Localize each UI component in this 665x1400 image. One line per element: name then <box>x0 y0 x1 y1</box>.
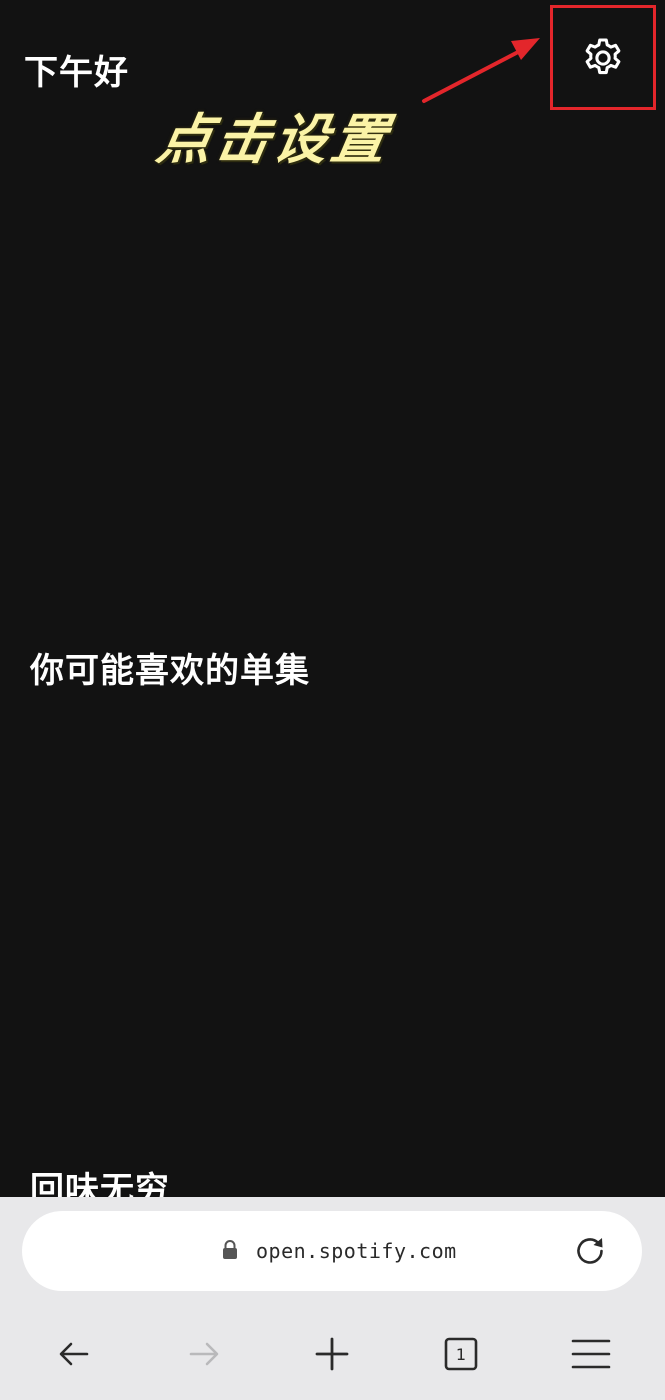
tabs-icon: 1 <box>444 1337 478 1371</box>
back-button[interactable] <box>44 1317 104 1391</box>
app-screen: 下午好 点击设置 你可能喜欢的单集 回味无穷 open.spotify.com <box>0 0 665 1400</box>
new-tab-button[interactable] <box>302 1317 362 1391</box>
lock-icon <box>223 1240 237 1259</box>
browser-toolbar: open.spotify.com 1 <box>0 1197 665 1400</box>
tabs-button[interactable]: 1 <box>431 1317 491 1391</box>
section-title-episodes: 你可能喜欢的单集 <box>30 651 310 691</box>
reload-icon[interactable] <box>571 1232 609 1270</box>
address-bar[interactable]: open.spotify.com <box>22 1211 642 1291</box>
forward-button[interactable] <box>174 1317 234 1391</box>
tab-count: 1 <box>456 1345 466 1364</box>
plus-icon <box>315 1337 349 1371</box>
hamburger-menu-icon <box>571 1339 611 1369</box>
callout-label: 点击设置 <box>152 108 396 171</box>
url-text: open.spotify.com <box>256 1239 457 1263</box>
arrow-right-icon <box>189 1342 219 1366</box>
menu-button[interactable] <box>561 1317 621 1391</box>
arrow-left-icon <box>59 1342 89 1366</box>
browser-nav-bar: 1 <box>0 1317 665 1391</box>
